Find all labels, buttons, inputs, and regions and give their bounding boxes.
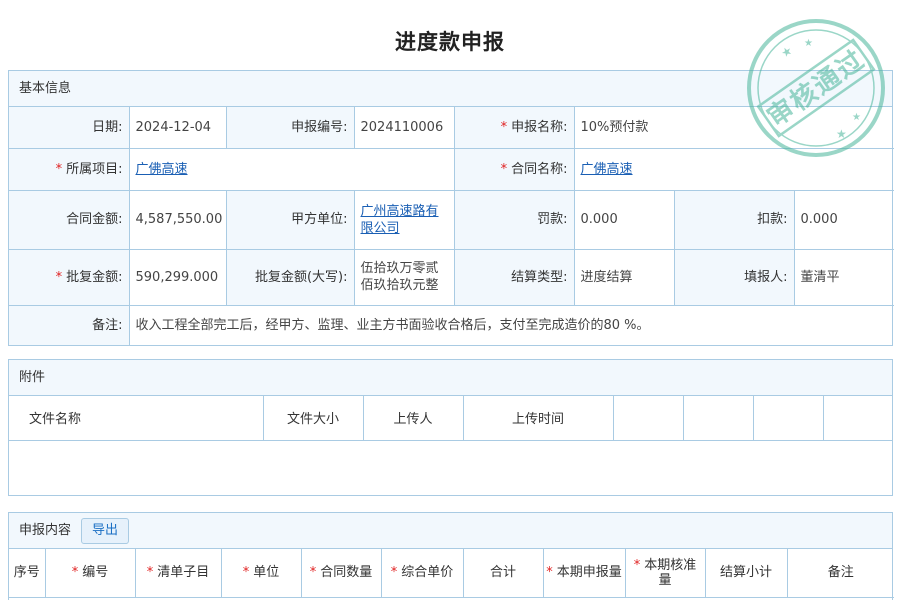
col-blank xyxy=(682,396,754,441)
penalty-value: 0.000 xyxy=(573,189,675,250)
col-blank xyxy=(822,396,892,441)
col-seq: 序号 xyxy=(9,549,46,598)
required-mark: * xyxy=(146,565,154,581)
required-mark: * xyxy=(242,565,250,581)
report-header: 申报内容 导出 xyxy=(9,513,892,549)
col-blank xyxy=(612,396,684,441)
deduction-label: 扣款: xyxy=(673,189,795,250)
basic-info-header: 基本信息 xyxy=(9,71,892,107)
col-upload-time: 上传时间 xyxy=(462,396,614,441)
required-mark: * xyxy=(55,269,63,285)
col-code: * 编号 xyxy=(44,549,136,598)
code-value: 2024110006 xyxy=(353,107,455,149)
approved-upper-label: 批复金额(大写): xyxy=(225,248,355,306)
col-bill-item: * 清单子目 xyxy=(134,549,222,598)
required-mark: * xyxy=(71,565,79,581)
col-file-size: 文件大小 xyxy=(262,396,364,441)
attachments-empty-area xyxy=(9,439,892,495)
settle-type-label: 结算类型: xyxy=(453,248,575,306)
col-unit-price: * 综合单价 xyxy=(380,549,464,598)
project-value: 广佛高速 xyxy=(128,147,455,191)
date-value: 2024-12-04 xyxy=(128,107,227,149)
attachments-header: 附件 xyxy=(9,360,892,396)
report-panel: 申报内容 导出 序号 * 编号 * 清单子目 * 单位 * 合同数量 * 综合单价 合计 … xyxy=(8,512,894,600)
col-blank xyxy=(752,396,824,441)
col-file-name: 文件名称 xyxy=(9,396,264,441)
col-remark: 备注 xyxy=(786,549,894,598)
settle-type-value: 进度结算 xyxy=(573,248,675,306)
required-mark: * xyxy=(546,565,553,581)
col-unit: * 单位 xyxy=(220,549,302,598)
required-mark: * xyxy=(309,565,317,581)
name-value: 10%预付款 xyxy=(573,107,895,149)
col-uploader: 上传人 xyxy=(362,396,464,441)
col-period-approved: * 本期核准量 xyxy=(624,549,706,598)
contract-name-link[interactable]: 广佛高速 xyxy=(581,162,633,177)
deduction-value: 0.000 xyxy=(793,189,895,250)
party-a-link[interactable]: 广州高速路有限公司 xyxy=(361,204,439,236)
code-label: 申报编号: xyxy=(225,107,355,149)
basic-info-panel: 基本信息 日期: 2024-12-04 申报编号: 2024110006 * 申报… xyxy=(8,70,895,346)
party-a-label: 甲方单位: xyxy=(225,189,355,250)
attachments-table: 文件名称 文件大小 上传人 上传时间 xyxy=(9,396,892,495)
approved-value: 590,299.000 xyxy=(128,248,227,306)
filler-label: 填报人: xyxy=(673,248,795,306)
col-contract-qty: * 合同数量 xyxy=(300,549,382,598)
name-label: * 申报名称: xyxy=(453,107,575,149)
project-link[interactable]: 广佛高速 xyxy=(136,162,188,177)
required-mark: * xyxy=(390,565,398,581)
required-mark: * xyxy=(55,161,63,177)
page-title: 进度款申报 xyxy=(395,30,505,54)
contract-name-value: 广佛高速 xyxy=(573,147,895,191)
contract-amount-value: 4,587,550.00 xyxy=(128,189,227,250)
col-period-report: * 本期申报量 xyxy=(542,549,626,598)
remark-value: 收入工程全部完工后，经甲方、监理、业主方书面验收合格后，支付至完成造价的80 %… xyxy=(128,304,895,345)
export-button[interactable]: 导出 xyxy=(81,518,130,544)
required-mark: * xyxy=(500,161,508,177)
col-total: 合计 xyxy=(462,549,544,598)
attachments-panel: 附件 文件名称 文件大小 上传人 上传时间 xyxy=(8,359,893,496)
penalty-label: 罚款: xyxy=(453,189,575,250)
approved-label: * 批复金额: xyxy=(9,248,130,306)
contract-name-label: * 合同名称: xyxy=(453,147,575,191)
date-label: 日期: xyxy=(9,107,130,149)
report-header-row: 序号 * 编号 * 清单子目 * 单位 * 合同数量 * 综合单价 合计 * 本期申报量 *… xyxy=(9,549,894,598)
basic-info-table: 日期: 2024-12-04 申报编号: 2024110006 * 申报名称: 1… xyxy=(9,107,895,345)
required-mark: * xyxy=(500,119,508,135)
report-table: 序号 * 编号 * 清单子目 * 单位 * 合同数量 * 综合单价 合计 * 本期申报量 *… xyxy=(9,549,894,598)
project-label: * 所属项目: xyxy=(9,147,130,191)
approved-upper-value: 伍拾玖万零贰佰玖拾玖元整 xyxy=(353,248,455,306)
col-settle-subtotal: 结算小计 xyxy=(704,549,788,598)
required-mark: * xyxy=(633,557,641,573)
filler-value: 董清平 xyxy=(793,248,895,306)
party-a-value: 广州高速路有限公司 xyxy=(353,189,455,250)
report-title: 申报内容 xyxy=(19,523,72,538)
remark-label: 备注: xyxy=(9,304,130,345)
contract-amount-label: 合同金额: xyxy=(9,189,130,250)
